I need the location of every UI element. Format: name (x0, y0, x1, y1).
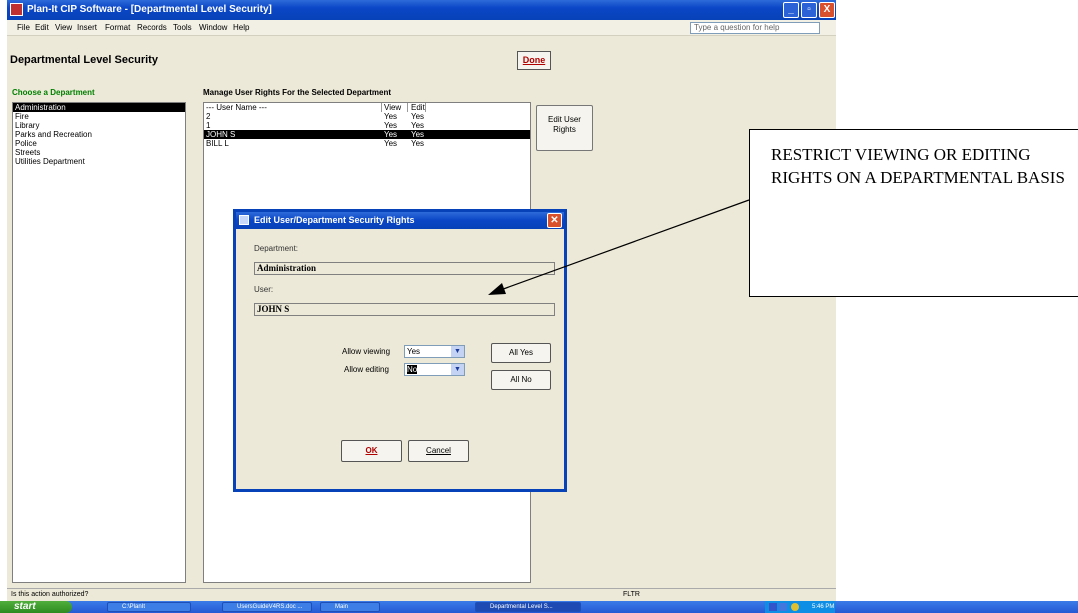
menu-format[interactable]: Format (105, 23, 130, 32)
edit-cell: Yes (411, 112, 425, 121)
department-item[interactable]: Fire (13, 112, 185, 121)
department-item[interactable]: Administration (13, 103, 185, 112)
chevron-down-icon[interactable]: ▼ (451, 346, 464, 357)
table-row[interactable]: JOHN S Yes Yes (204, 130, 530, 139)
list-header: --- User Name --- View Edit (204, 103, 530, 112)
department-item[interactable]: Library (13, 121, 185, 130)
callout-text: RESTRICT VIEWING OR EDITING RIGHTS ON A … (771, 145, 1065, 187)
taskbar-item[interactable]: C:\PlanIt (107, 602, 191, 612)
edit-user-rights-button[interactable]: Edit User Rights (536, 105, 593, 151)
menu-help[interactable]: Help (233, 23, 249, 32)
user-label: User: (254, 285, 274, 294)
table-row[interactable]: 2 Yes Yes (204, 112, 530, 121)
allow-editing-select[interactable]: No ▼ (404, 363, 465, 376)
status-message: Is this action authorized? (11, 591, 89, 598)
all-yes-button[interactable]: All Yes (491, 343, 551, 363)
taskbar-item[interactable]: UsersGuideV4RS.doc ... (222, 602, 312, 612)
user-name-cell: 2 (206, 112, 211, 121)
dialog-title: Edit User/Department Security Rights (254, 215, 415, 225)
user-name-cell: JOHN S (206, 130, 236, 139)
close-button[interactable]: X (819, 2, 835, 18)
help-search-input[interactable]: Type a question for help (690, 22, 820, 34)
status-mode: FLTR (623, 591, 640, 598)
menu-tools[interactable]: Tools (173, 23, 192, 32)
taskbar-item[interactable]: Main (320, 602, 380, 612)
menu-edit[interactable]: Edit (35, 23, 49, 32)
department-item[interactable]: Parks and Recreation (13, 130, 185, 139)
department-list[interactable]: Administration Fire Library Parks and Re… (12, 102, 186, 583)
chevron-down-icon[interactable]: ▼ (451, 364, 464, 375)
tray-app-icon[interactable] (791, 603, 799, 611)
table-row[interactable]: BILL L Yes Yes (204, 139, 530, 148)
system-tray: 5:46 PM (765, 601, 835, 613)
ok-button[interactable]: OK (341, 440, 402, 462)
maximize-button[interactable]: ▫ (801, 2, 817, 18)
column-edit: Edit (411, 103, 426, 112)
choose-department-label: Choose a Department (12, 88, 95, 97)
view-cell: Yes (384, 139, 398, 148)
language-icon[interactable] (769, 603, 777, 611)
ime-icon[interactable] (779, 603, 787, 611)
edit-cell: Yes (411, 121, 425, 130)
menu-insert[interactable]: Insert (77, 23, 97, 32)
allow-viewing-value: Yes (407, 347, 421, 356)
done-button[interactable]: Done (517, 51, 551, 70)
view-cell: Yes (384, 112, 398, 121)
view-cell: Yes (384, 121, 398, 130)
cancel-button[interactable]: Cancel (408, 440, 469, 462)
title-bar[interactable]: Plan-It CIP Software - [Departmental Lev… (7, 0, 836, 20)
user-name-cell: 1 (206, 121, 211, 130)
app-icon (10, 3, 23, 16)
callout-arrow-icon (488, 199, 750, 295)
status-bar: Is this action authorized? FLTR (7, 588, 836, 601)
allow-viewing-label: Allow viewing (342, 347, 391, 356)
department-item[interactable]: Utilities Department (13, 157, 185, 166)
allow-viewing-select[interactable]: Yes ▼ (404, 345, 465, 358)
edit-cell: Yes (411, 130, 425, 139)
dialog-icon (239, 215, 249, 225)
allow-editing-label: Allow editing (344, 365, 389, 374)
table-row[interactable]: 1 Yes Yes (204, 121, 530, 130)
window-title: Plan-It CIP Software - [Departmental Lev… (27, 4, 272, 15)
allow-editing-value: No (407, 365, 418, 374)
all-no-button[interactable]: All No (491, 370, 551, 390)
user-name-cell: BILL L (206, 139, 229, 148)
start-button[interactable]: start (0, 601, 72, 613)
menu-file[interactable]: File (17, 23, 30, 32)
minimize-button[interactable]: _ (783, 2, 799, 18)
menu-window[interactable]: Window (199, 23, 227, 32)
taskbar-item[interactable]: Departmental Level S... (475, 602, 581, 612)
menu-view[interactable]: View (55, 23, 72, 32)
column-user-name: --- User Name --- (206, 103, 382, 112)
menu-bar: File Edit View Insert Format Records Too… (7, 20, 836, 36)
menu-records[interactable]: Records (137, 23, 167, 32)
callout-box: RESTRICT VIEWING OR EDITING RIGHTS ON A … (749, 129, 1078, 297)
view-cell: Yes (384, 130, 398, 139)
department-item[interactable]: Streets (13, 148, 185, 157)
column-view: View (384, 103, 408, 112)
edit-cell: Yes (411, 139, 425, 148)
manage-rights-label: Manage User Rights For the Selected Depa… (203, 88, 392, 97)
user-field: JOHN S (254, 303, 555, 316)
clock: 5:46 PM (812, 604, 835, 610)
page-title: Departmental Level Security (10, 54, 158, 66)
department-label: Department: (254, 244, 299, 253)
department-item[interactable]: Police (13, 139, 185, 148)
